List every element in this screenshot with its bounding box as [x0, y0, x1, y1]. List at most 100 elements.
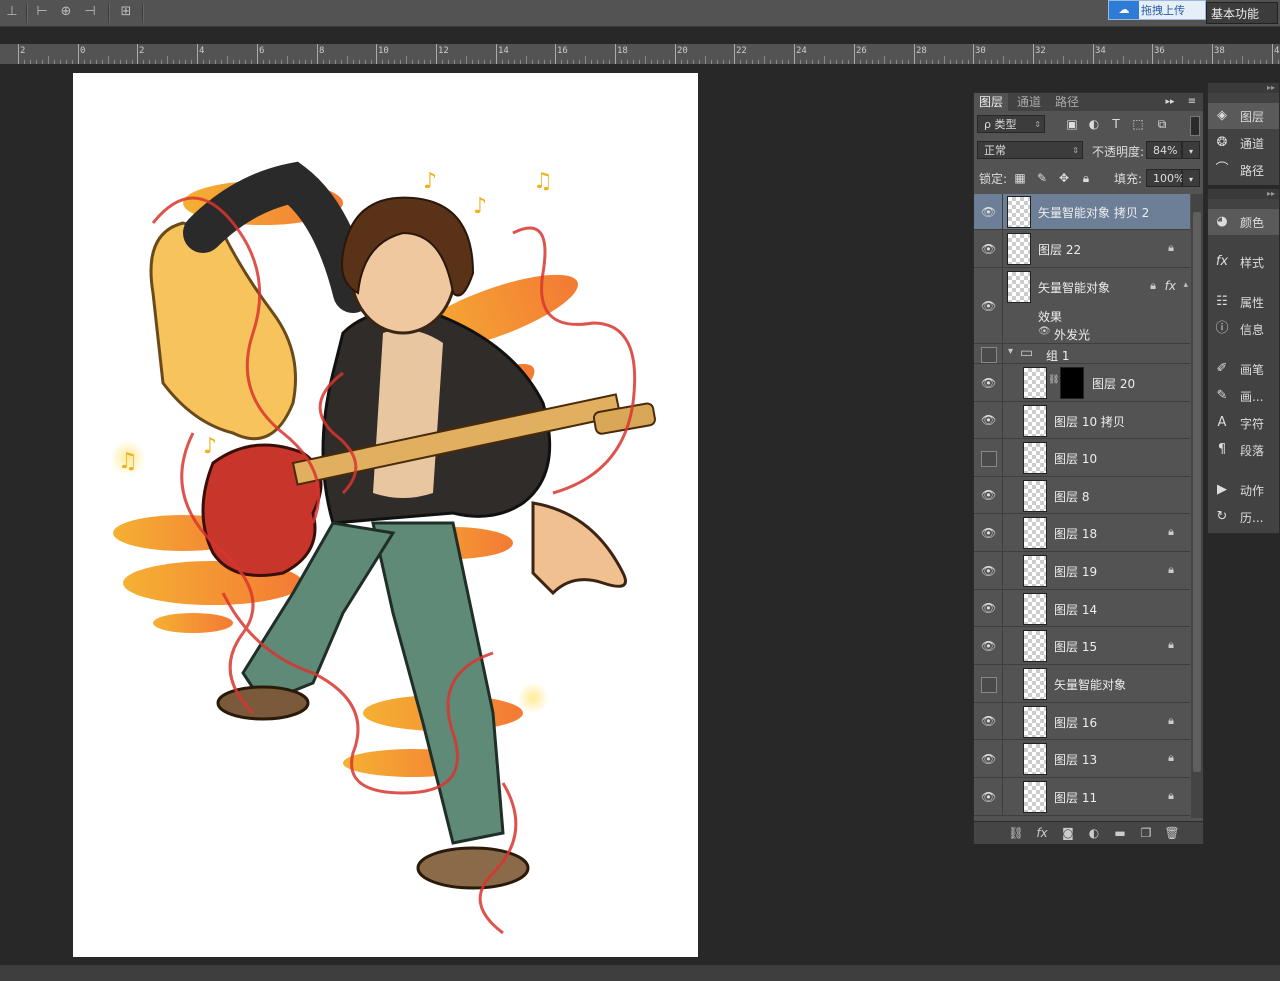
scrollbar-thumb[interactable] [1193, 212, 1201, 772]
lock-transparent-icon[interactable]: ▦ [1012, 170, 1028, 186]
document-canvas[interactable]: ♪ ♫ ♪ ♫ ♪ [73, 73, 698, 957]
visibility-toggle[interactable]: 👁︎ [974, 703, 1003, 739]
opacity-input[interactable]: 84% [1146, 141, 1182, 159]
dock-item-color[interactable]: ◕ 颜色 [1208, 209, 1279, 235]
workspace-selector[interactable]: 基本功能 [1206, 2, 1278, 24]
fill-dropdown[interactable]: ▾ [1182, 169, 1200, 187]
adjustment-icon[interactable]: ◐ [1086, 825, 1102, 841]
layer-thumbnail[interactable] [1007, 271, 1031, 303]
visibility-toggle[interactable]: 👁︎ [974, 552, 1003, 589]
layer-row[interactable]: 👁︎ 图层 19 🔒︎ [974, 552, 1190, 590]
tab-paths[interactable]: 路径 [1050, 93, 1084, 111]
layer-thumbnail[interactable] [1023, 517, 1047, 549]
visibility-toggle[interactable]: 👁︎ [974, 194, 1003, 229]
visibility-toggle[interactable]: 👁︎ [974, 364, 1003, 401]
fill-input[interactable]: 100% [1146, 169, 1184, 187]
layer-row[interactable]: 👁︎ 图层 15 🔒︎ [974, 627, 1190, 665]
visibility-toggle[interactable]: 👁︎ [974, 627, 1003, 664]
layer-row[interactable]: 👁︎ 图层 13 🔒︎ [974, 740, 1190, 778]
dock-item-actions[interactable]: ▶ 动作 [1208, 477, 1279, 503]
dock-item-brush[interactable]: ✐ 画笔 [1208, 356, 1279, 382]
layer-name[interactable]: 图层 10 [1054, 450, 1097, 467]
dock-item-history[interactable]: ↻ 历... [1208, 504, 1279, 530]
layer-group-row[interactable]: ▾ ▭ 组 1 [974, 344, 1190, 364]
effect-eye-icon[interactable]: 👁︎ [1038, 326, 1051, 337]
layer-name[interactable]: 图层 14 [1054, 601, 1097, 618]
visibility-toggle[interactable]: 👁︎ [974, 740, 1003, 777]
layer-name[interactable]: 图层 22 [1038, 241, 1081, 258]
visibility-toggle[interactable]: 👁︎ [974, 514, 1003, 551]
fx-badge-icon[interactable]: fx [1165, 279, 1176, 293]
layer-thumbnail[interactable] [1023, 743, 1047, 775]
layer-row[interactable]: 👁︎ 图层 22 🔒︎ [974, 230, 1190, 268]
opacity-dropdown[interactable]: ▾ [1182, 141, 1200, 159]
layer-name[interactable]: 图层 19 [1054, 563, 1097, 580]
layer-row[interactable]: 👁︎ 图层 16 🔒︎ [974, 703, 1190, 740]
layer-name[interactable]: 矢量智能对象 [1038, 279, 1110, 296]
smart-object-filter-icon[interactable]: ⧉ [1154, 116, 1170, 132]
new-layer-icon[interactable]: ❐ [1138, 825, 1154, 841]
dock-item-brush-presets[interactable]: ✎ 画... [1208, 383, 1279, 409]
visibility-toggle[interactable]: 👁︎ [974, 477, 1003, 513]
layer-row[interactable]: 👁︎ ⛓ 图层 20 [974, 364, 1190, 402]
filter-toggle[interactable] [1190, 116, 1200, 136]
lock-all-icon[interactable]: 🔒︎ [1078, 170, 1094, 186]
layer-name[interactable]: 图层 20 [1092, 375, 1135, 392]
layer-thumbnail[interactable] [1023, 630, 1047, 662]
align-center-icon[interactable]: ⊕ [58, 4, 74, 20]
layer-name[interactable]: 图层 15 [1054, 638, 1097, 655]
shape-filter-icon[interactable]: ⬚ [1130, 116, 1146, 132]
upload-widget[interactable]: ☁ 拖拽上传 [1108, 0, 1206, 20]
blend-mode-select[interactable]: 正常 ⇕ [977, 141, 1083, 159]
visibility-toggle[interactable]: 👁︎ [974, 590, 1003, 626]
layers-scrollbar[interactable] [1191, 194, 1203, 818]
dock-item-layers[interactable]: ◈ 图层 [1208, 103, 1279, 129]
layer-row[interactable]: 👁︎ 图层 10 拷贝 [974, 402, 1190, 439]
layer-row[interactable]: 👁︎ 矢量智能对象 🔒︎ fx ▴ 效果 👁︎ 外发光 [974, 268, 1190, 344]
visibility-toggle[interactable] [974, 344, 1003, 363]
type-filter-icon[interactable]: T [1108, 116, 1124, 132]
layer-name[interactable]: 图层 16 [1054, 714, 1097, 731]
tab-layers[interactable]: 图层 [974, 93, 1009, 111]
layer-thumbnail[interactable] [1023, 781, 1047, 813]
layer-thumbnail[interactable] [1023, 555, 1047, 587]
layer-thumbnail[interactable] [1023, 480, 1047, 512]
layer-name[interactable]: 图层 13 [1054, 751, 1097, 768]
expand-triangle-icon[interactable]: ▾ [1008, 346, 1013, 357]
layer-row[interactable]: 👁︎ 图层 14 [974, 590, 1190, 627]
dock-item-info[interactable]: ⓘ 信息 [1208, 316, 1279, 342]
layer-thumbnail[interactable] [1007, 196, 1031, 228]
layer-name[interactable]: 矢量智能对象 拷贝 2 [1038, 204, 1149, 221]
tab-channels[interactable]: 通道 [1012, 93, 1046, 111]
dock-item-character[interactable]: A 字符 [1208, 410, 1279, 436]
lock-image-icon[interactable]: ✎ [1034, 170, 1050, 186]
layer-name[interactable]: 图层 10 拷贝 [1054, 413, 1125, 430]
layer-thumbnail[interactable] [1023, 405, 1047, 437]
visibility-toggle[interactable] [974, 439, 1003, 476]
visibility-toggle[interactable]: 👁︎ [974, 230, 1003, 267]
dock-collapse-icon[interactable]: ▸▸ [1208, 189, 1279, 199]
layer-thumbnail[interactable] [1023, 706, 1047, 738]
pixel-filter-icon[interactable]: ▣ [1064, 116, 1080, 132]
align-bottom-icon[interactable]: ⊥ [4, 4, 20, 20]
mask-link-icon[interactable]: ⛓ [1048, 375, 1059, 385]
dock-item-properties[interactable]: ☷ 属性 [1208, 289, 1279, 315]
mask-icon[interactable]: ◙ [1060, 825, 1076, 841]
layer-thumbnail[interactable] [1023, 367, 1047, 399]
panel-menu-icon[interactable]: ≡ [1184, 94, 1200, 110]
link-icon[interactable]: ⛓ [1008, 825, 1024, 841]
dock-collapse-icon[interactable]: ▸▸ [1208, 83, 1279, 93]
align-right-icon[interactable]: ⊣ [82, 4, 98, 20]
visibility-toggle[interactable] [974, 665, 1003, 702]
align-left-icon[interactable]: ⊢ [34, 4, 50, 20]
layer-row[interactable]: 👁︎ 图层 11 🔒︎ [974, 778, 1190, 816]
dock-item-styles[interactable]: fx 样式 [1208, 249, 1279, 275]
layer-name[interactable]: 矢量智能对象 [1054, 676, 1126, 693]
dock-item-channels[interactable]: ❂ 通道 [1208, 130, 1279, 156]
layer-thumbnail[interactable] [1023, 442, 1047, 474]
visibility-toggle[interactable]: 👁︎ [974, 268, 1003, 343]
layer-thumbnail[interactable] [1007, 233, 1031, 265]
effect-name[interactable]: 外发光 [1054, 326, 1090, 343]
folder-icon[interactable]: ▬ [1112, 825, 1128, 841]
distribute-icon[interactable]: ⊞ [118, 4, 134, 20]
